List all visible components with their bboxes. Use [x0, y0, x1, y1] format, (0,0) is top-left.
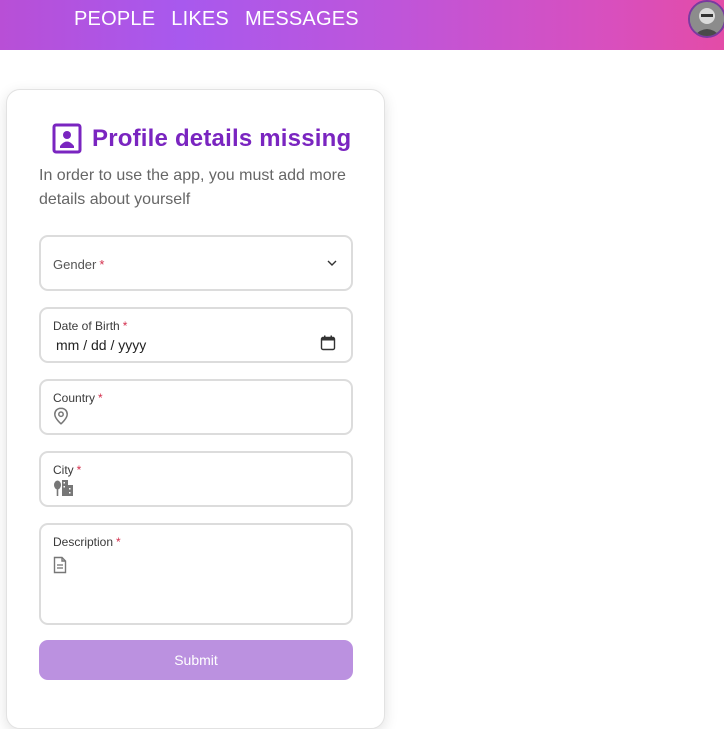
page-title: Profile details missing — [92, 124, 352, 152]
main-nav: PEOPLE LIKES MESSAGES — [74, 8, 359, 31]
description-label: Description * — [53, 535, 121, 549]
profile-form-card: Profile details missing In order to use … — [6, 89, 385, 729]
city-label: City * — [53, 463, 82, 477]
top-navbar: PEOPLE LIKES MESSAGES — [0, 0, 724, 50]
description-field[interactable]: Description * — [39, 523, 353, 625]
required-marker: * — [98, 391, 103, 405]
contact-card-icon — [52, 123, 82, 154]
card-header: Profile details missing — [52, 123, 351, 154]
required-marker: * — [99, 257, 105, 272]
dob-label: Date of Birth * — [53, 319, 128, 333]
required-marker: * — [76, 463, 82, 477]
gender-label: Gender * — [53, 257, 105, 272]
nav-item-people[interactable]: PEOPLE — [74, 8, 155, 31]
nav-item-likes[interactable]: LIKES — [171, 8, 229, 31]
avatar-photo — [690, 2, 724, 36]
date-of-birth-field[interactable]: Date of Birth * mm / dd / yyyy — [39, 307, 353, 363]
city-icon — [54, 480, 73, 496]
dob-placeholder: mm / dd / yyyy — [56, 337, 147, 353]
submit-button[interactable]: Submit — [39, 640, 353, 680]
chevron-down-icon — [327, 260, 337, 266]
calendar-icon[interactable] — [320, 335, 336, 351]
nav-item-messages[interactable]: MESSAGES — [245, 8, 359, 31]
page-subtitle: In order to use the app, you must add mo… — [39, 167, 346, 208]
user-avatar[interactable] — [688, 0, 724, 38]
country-label: Country * — [53, 391, 103, 405]
required-marker: * — [122, 319, 128, 333]
country-field[interactable]: Country * — [39, 379, 353, 435]
city-field[interactable]: City * — [39, 451, 353, 507]
document-icon — [53, 556, 67, 574]
location-pin-icon — [54, 407, 68, 425]
gender-select[interactable]: Gender * — [39, 235, 353, 291]
required-marker: * — [116, 535, 121, 549]
